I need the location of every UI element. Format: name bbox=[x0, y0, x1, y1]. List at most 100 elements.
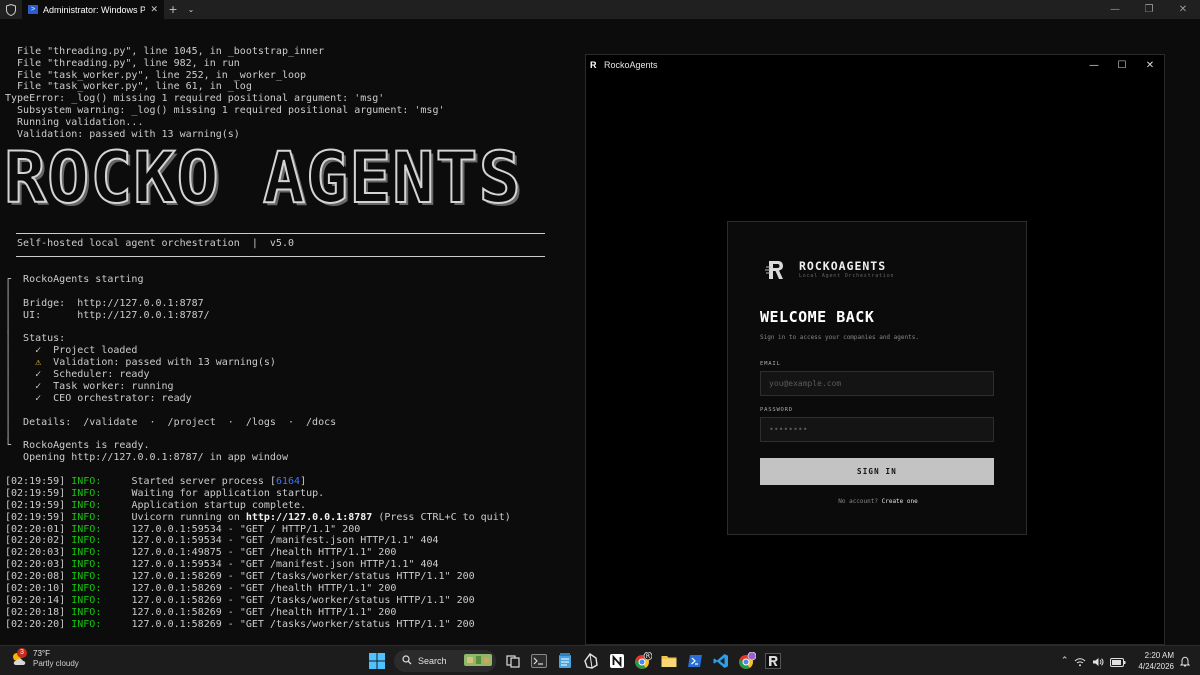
password-field[interactable] bbox=[760, 417, 994, 442]
log-timestamp: [02:20:08] bbox=[5, 571, 66, 583]
maximize-button[interactable]: ❐ bbox=[1132, 0, 1166, 19]
app-minimize-button[interactable]: — bbox=[1080, 55, 1108, 75]
notification-bell-icon[interactable] bbox=[1179, 652, 1191, 671]
brand-subtitle: Local Agent Orchestration bbox=[799, 273, 895, 279]
task-view-icon[interactable] bbox=[500, 649, 526, 673]
chevron-up-icon[interactable]: ⌃ bbox=[1061, 656, 1069, 666]
rockoagents-taskbar-icon[interactable] bbox=[760, 649, 786, 673]
app-close-button[interactable]: ✕ bbox=[1136, 55, 1164, 75]
weather-desc: Partly cloudy bbox=[33, 659, 79, 668]
taskbar-search[interactable]: Search bbox=[394, 650, 496, 672]
create-account-link[interactable]: Create one bbox=[882, 498, 918, 505]
chevron-down-icon[interactable]: ⌄ bbox=[182, 5, 200, 14]
taskbar: 3 73°F Partly cloudy Search R ⌃ 2:20 AM … bbox=[0, 645, 1200, 675]
log-line: [02:20:03] INFO: 127.0.0.1:49875 - "GET … bbox=[5, 547, 511, 559]
rocko-logo-icon bbox=[764, 258, 788, 282]
app-titlebar: R RockoAgents bbox=[586, 55, 1164, 75]
terminal-icon[interactable] bbox=[526, 649, 552, 673]
status-project: │ ✓ Project loaded bbox=[5, 345, 138, 357]
divider-bottom bbox=[16, 256, 545, 257]
chrome-profile-r-icon[interactable]: R bbox=[630, 649, 656, 673]
log-line: [02:20:18] INFO: 127.0.0.1:58269 - "GET … bbox=[5, 607, 511, 619]
password-label: PASSWORD bbox=[760, 407, 793, 413]
log-message: 127.0.0.1:59534 - "GET /manifest.json HT… bbox=[131, 535, 439, 547]
log-line: [02:19:59] INFO: Waiting for application… bbox=[5, 488, 511, 500]
log-line: [02:20:10] INFO: 127.0.0.1:58269 - "GET … bbox=[5, 583, 511, 595]
status-header: │ Status: bbox=[5, 333, 66, 345]
traceback-line: File "threading.py", line 982, in run bbox=[5, 57, 240, 69]
weather-widget[interactable]: 3 73°F Partly cloudy bbox=[10, 648, 79, 669]
battery-icon[interactable] bbox=[1110, 652, 1126, 671]
vscode-icon[interactable] bbox=[708, 649, 734, 673]
traceback-line: File "task_worker.py", line 61, in _log bbox=[5, 81, 252, 93]
ascii-banner: ROCKO AGENTS bbox=[3, 137, 522, 219]
log-line: [02:20:01] INFO: 127.0.0.1:59534 - "GET … bbox=[5, 524, 511, 536]
ui-line: │ UI: http://127.0.0.1:8787/ bbox=[5, 309, 210, 321]
search-icon bbox=[402, 655, 412, 667]
status-prefix: │ bbox=[5, 357, 36, 369]
weather-temp: 73°F bbox=[33, 649, 50, 658]
spacer: │ bbox=[5, 285, 12, 297]
minimize-button[interactable]: — bbox=[1098, 0, 1132, 19]
bridge-line: │ Bridge: http://127.0.0.1:8787 bbox=[5, 297, 204, 309]
notion-icon[interactable] bbox=[604, 649, 630, 673]
spacer: │ bbox=[5, 404, 12, 416]
system-tray: ⌃ 2:20 AM 4/24/2026 bbox=[1061, 649, 1191, 673]
log-message: Started server process [ bbox=[131, 476, 276, 487]
app-maximize-button[interactable]: ☐ bbox=[1108, 55, 1136, 75]
log-message: 127.0.0.1:49875 - "GET /health HTTP/1.1"… bbox=[131, 547, 397, 559]
traceback-line: Subsystem warning: _log() missing 1 requ… bbox=[5, 105, 445, 117]
notepad-icon[interactable] bbox=[552, 649, 578, 673]
tagline: Self-hosted local agent orchestration | … bbox=[5, 238, 294, 249]
new-tab-button[interactable]: + bbox=[164, 3, 182, 16]
log-level: INFO: bbox=[71, 606, 102, 618]
email-field[interactable] bbox=[760, 371, 994, 396]
app-window-title: RockoAgents bbox=[604, 60, 658, 70]
obsidian-icon[interactable] bbox=[578, 649, 604, 673]
chrome-icon[interactable] bbox=[734, 649, 760, 673]
no-account-text: No account? Create one bbox=[728, 498, 1028, 505]
log-timestamp: [02:20:03] bbox=[5, 547, 66, 559]
sign-in-button[interactable]: SIGN IN bbox=[760, 458, 994, 485]
log-level: INFO: bbox=[71, 499, 102, 511]
search-label: Search bbox=[418, 656, 447, 666]
clock[interactable]: 2:20 AM 4/24/2026 bbox=[1138, 650, 1174, 672]
log-pid: 6164 bbox=[275, 476, 301, 487]
ready-line: └ RockoAgents is ready. bbox=[5, 440, 150, 452]
log-message: 127.0.0.1:59534 - "GET /manifest.json HT… bbox=[131, 559, 439, 571]
start-button[interactable] bbox=[364, 649, 390, 673]
powershell-taskbar-icon[interactable] bbox=[682, 649, 708, 673]
close-button[interactable]: ✕ bbox=[1166, 0, 1200, 19]
traceback-block: File "threading.py", line 1045, in _boot… bbox=[5, 46, 580, 141]
log-line: [02:20:02] INFO: 127.0.0.1:59534 - "GET … bbox=[5, 535, 511, 547]
log-line: [02:19:59] INFO: Uvicorn running on http… bbox=[5, 512, 511, 524]
tab-powershell[interactable]: > Administrator: Windows PowerShell ✕ bbox=[22, 0, 164, 19]
log-message: 127.0.0.1:58269 - "GET /tasks/worker/sta… bbox=[131, 618, 475, 630]
volume-icon[interactable] bbox=[1092, 652, 1104, 671]
log-message: Waiting for application startup. bbox=[131, 487, 325, 499]
status-validation: │ ⚠ Validation: passed with 13 warning(s… bbox=[5, 357, 336, 369]
page-subtitle: Sign in to access your companies and age… bbox=[760, 334, 919, 341]
log-level: INFO: bbox=[71, 594, 102, 606]
log-timestamp: [02:20:14] bbox=[5, 594, 66, 606]
log-line: [02:20:20] INFO: 127.0.0.1:58269 - "GET … bbox=[5, 619, 511, 631]
log-level: INFO: bbox=[71, 583, 102, 595]
opening-line: Opening http://127.0.0.1:8787/ in app wi… bbox=[5, 452, 288, 464]
log-level: INFO: bbox=[71, 535, 102, 547]
log-message: (Press CTRL+C to quit) bbox=[372, 511, 511, 523]
wifi-icon[interactable] bbox=[1074, 652, 1086, 671]
close-icon[interactable]: ✕ bbox=[150, 4, 158, 15]
startup-block: ┌ RockoAgents starting │ │ Bridge: http:… bbox=[5, 274, 336, 464]
spacer: │ bbox=[5, 321, 12, 333]
log-timestamp: [02:20:20] bbox=[5, 618, 66, 630]
log-timestamp: [02:19:59] bbox=[5, 511, 66, 523]
tab-label: Administrator: Windows PowerShell bbox=[43, 4, 146, 15]
log-level: INFO: bbox=[71, 618, 102, 630]
log-level: INFO: bbox=[71, 571, 102, 583]
log-line: [02:19:59] INFO: Started server process … bbox=[5, 476, 511, 488]
details-line: │ Details: /validate · /project · /logs … bbox=[5, 416, 337, 428]
log-level: INFO: bbox=[71, 487, 102, 499]
log-message: Uvicorn running on bbox=[131, 511, 246, 523]
file-explorer-icon[interactable] bbox=[656, 649, 682, 673]
brand-name: ROCKOAGENTS bbox=[799, 259, 887, 273]
